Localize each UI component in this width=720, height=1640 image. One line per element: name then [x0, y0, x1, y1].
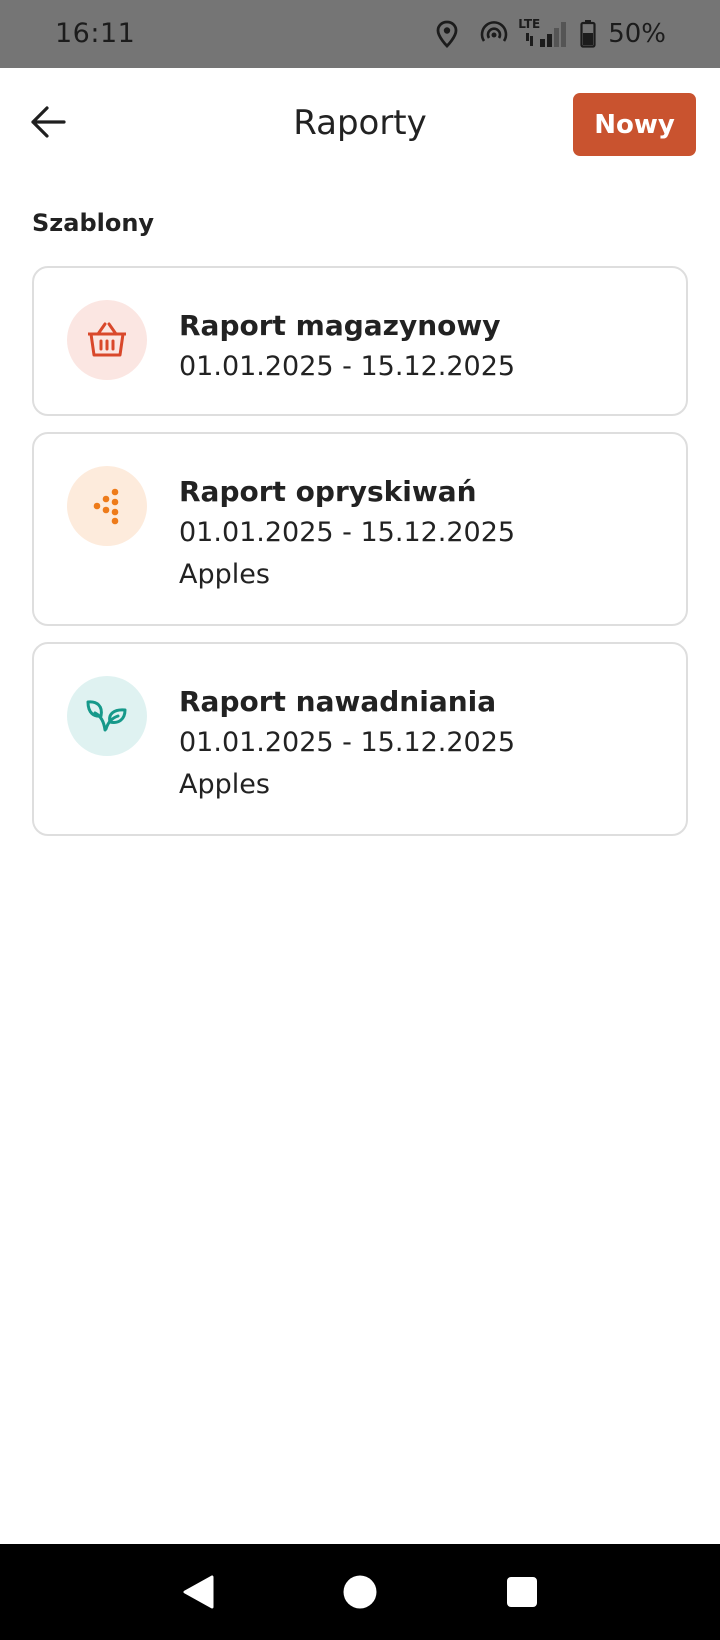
- template-card-warehouse[interactable]: Raport magazynowy 01.01.2025 - 15.12.202…: [32, 266, 688, 416]
- status-bar: 16:11 LTE 50%: [0, 0, 720, 68]
- template-icon-badge: [67, 300, 147, 380]
- home-circle-icon: [343, 1575, 377, 1609]
- section-label: Szablony: [32, 209, 155, 237]
- hotspot-icon: [480, 21, 508, 47]
- template-card-irrigation[interactable]: Raport nawadniania 01.01.2025 - 15.12.20…: [32, 642, 688, 836]
- template-card-text: Raport magazynowy 01.01.2025 - 15.12.202…: [179, 306, 515, 388]
- template-title: Raport magazynowy: [179, 309, 501, 342]
- sprout-icon: [86, 700, 127, 732]
- status-time: 16:11: [55, 18, 136, 49]
- template-date-range: 01.01.2025 - 15.12.2025: [179, 517, 516, 548]
- template-crop: Apples: [179, 769, 270, 800]
- recents-square-icon: [507, 1577, 537, 1607]
- new-report-button[interactable]: Nowy: [573, 93, 696, 156]
- spray-dots-icon: [93, 488, 119, 525]
- nav-back-button[interactable]: [176, 1570, 220, 1614]
- nav-recents-button[interactable]: [500, 1570, 544, 1614]
- location-icon: [436, 20, 458, 48]
- status-icons: LTE 50%: [436, 17, 666, 51]
- template-card-text: Raport opryskiwań 01.01.2025 - 15.12.202…: [179, 472, 515, 596]
- template-date-range: 01.01.2025 - 15.12.2025: [179, 351, 516, 382]
- nav-home-button[interactable]: [338, 1570, 382, 1614]
- template-date-range: 01.01.2025 - 15.12.2025: [179, 727, 516, 758]
- lte-signal-icon: LTE: [518, 17, 570, 49]
- template-crop: Apples: [179, 559, 270, 590]
- template-list: Raport magazynowy 01.01.2025 - 15.12.202…: [32, 266, 688, 852]
- template-card-spraying[interactable]: Raport opryskiwań 01.01.2025 - 15.12.202…: [32, 432, 688, 626]
- system-nav-bar: [0, 1544, 720, 1640]
- battery-icon: [580, 20, 596, 48]
- template-title: Raport nawadniania: [179, 685, 497, 718]
- battery-percent: 50%: [608, 19, 666, 49]
- template-icon-badge: [67, 676, 147, 756]
- template-icon-badge: [67, 466, 147, 546]
- app-bar: Raporty Nowy: [0, 68, 720, 188]
- back-triangle-icon: [183, 1575, 214, 1609]
- template-title: Raport opryskiwań: [179, 475, 477, 508]
- basket-icon: [88, 322, 126, 357]
- template-card-text: Raport nawadniania 01.01.2025 - 15.12.20…: [179, 682, 515, 806]
